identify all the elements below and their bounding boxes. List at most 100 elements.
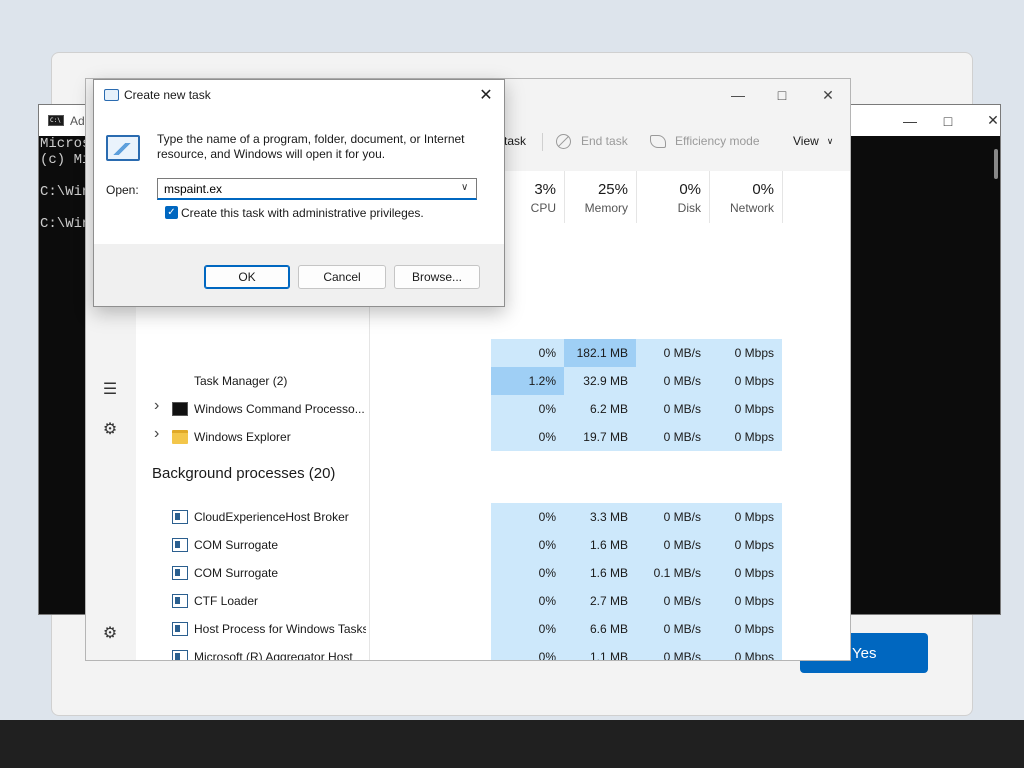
cmd-line [40,200,90,216]
mem-cell: 2.7 MB [564,587,636,615]
column-label: Network [729,201,774,215]
minimize-icon[interactable]: — [715,79,761,111]
dialog-body: Type the name of a program, folder, docu… [94,110,504,244]
process-row[interactable]: Task Manager (2) 1.2% 32.9 MB 0 MB/s 0 Mbps [136,367,850,395]
svc-process-icon [172,594,188,608]
disk-cell: 0 MB/s [636,587,709,615]
net-cell: 0 Mbps [709,423,782,451]
cancel-button[interactable]: Cancel [298,265,386,289]
efficiency-mode-label: Efficiency mode [675,134,760,148]
folder-process-icon [172,430,188,444]
cmd-line: C:\Win [40,216,91,232]
background-processes-group: Background processes (20) [152,465,336,482]
process-row[interactable]: › Windows Explorer 0% 19.7 MB 0 MB/s 0 Mbps [136,423,850,451]
maximize-icon[interactable]: □ [925,105,971,136]
process-name: COM Surrogate [194,538,279,552]
column-divider [782,171,783,223]
mem-cell: 32.9 MB [564,367,636,395]
cmd-line [40,168,90,184]
run-new-task-button[interactable]: task [504,129,526,153]
process-row[interactable]: 0% 182.1 MB 0 MB/s 0 Mbps [136,339,850,367]
close-icon[interactable]: ✕ [970,105,1016,136]
admin-privileges-checkbox[interactable]: ✓ [165,206,178,219]
toolbar-separator [542,133,543,151]
cpu-cell: 0% [491,587,564,615]
column-header-disk[interactable]: 0% Disk [636,171,709,223]
cpu-cell: 1.2% [491,367,564,395]
mem-cell: 1.6 MB [564,531,636,559]
cpu-cell: 0% [491,503,564,531]
net-cell: 0 Mbps [709,367,782,395]
cpu-cell: 0% [491,395,564,423]
view-label: View [793,134,819,148]
process-name: Microsoft (R) Aggregator Host [194,650,353,661]
cmd-scrollbar[interactable] [994,149,998,179]
mem-cell: 6.2 MB [564,395,636,423]
taskbar [0,720,1024,768]
end-task-button[interactable]: End task [556,129,628,153]
process-row[interactable]: › Windows Command Processo... 0% 6.2 MB 0 MB… [136,395,850,423]
column-usage-percent: 25% [597,181,628,198]
disk-cell: 0 MB/s [636,643,709,660]
net-cell: 0 Mbps [709,503,782,531]
net-cell: 0 Mbps [709,643,782,660]
mem-cell: 19.7 MB [564,423,636,451]
disk-cell: 0 MB/s [636,367,709,395]
cmd-output: Micros (c) Mi C:\Win C:\Win [40,136,90,232]
net-cell: 0 Mbps [709,531,782,559]
process-row[interactable]: Microsoft (R) Aggregator Host 0% 1.1 MB 0 M… [136,643,850,661]
svc-process-icon [172,566,188,580]
column-label: Memory [584,201,628,215]
mem-cell: 1.1 MB [564,643,636,660]
column-header-network[interactable]: 0% Network [709,171,782,223]
chevron-right-icon[interactable]: › [154,425,159,443]
net-cell: 0 Mbps [709,587,782,615]
uac-yes-label: Yes [852,644,877,662]
disk-cell: 0.1 MB/s [636,559,709,587]
svc-process-icon [172,510,188,524]
svc-process-icon [172,650,188,660]
process-row[interactable]: COM Surrogate 0% 1.6 MB 0.1 MB/s 0 Mbps [136,559,850,587]
browse-button[interactable]: Browse... [394,265,480,289]
maximize-icon[interactable]: □ [759,79,805,111]
ok-button[interactable]: OK [204,265,290,289]
process-row[interactable]: CloudExperienceHost Broker 0% 3.3 MB 0 MB/s… [136,503,850,531]
column-header-memory[interactable]: 25% Memory [564,171,636,223]
dialog-titlebar[interactable]: Create new task ✕ [94,80,504,110]
process-row[interactable]: CTF Loader 0% 2.7 MB 0 MB/s 0 Mbps [136,587,850,615]
disk-cell: 0 MB/s [636,423,709,451]
mem-cell: 1.6 MB [564,559,636,587]
cmd-line: (c) Mi [40,152,91,168]
process-name: CloudExperienceHost Broker [194,510,349,524]
dialog-description: Type the name of a program, folder, docu… [157,132,465,161]
disk-cell: 0 MB/s [636,503,709,531]
create-new-task-dialog[interactable]: Create new task ✕ Type the name of a pro… [93,79,505,307]
column-usage-percent: 0% [752,181,774,198]
cpu-cell: 0% [491,643,564,660]
admin-privileges-label[interactable]: Create this task with administrative pri… [181,206,424,220]
cmd-process-icon [172,402,188,416]
chevron-right-icon[interactable]: › [154,397,159,415]
details-icon[interactable]: ☰ [100,379,120,399]
cpu-cell: 0% [491,339,564,367]
view-button[interactable]: View ∨ [793,129,833,153]
efficiency-mode-button[interactable]: Efficiency mode [650,129,760,153]
close-icon[interactable]: ✕ [474,83,498,107]
chevron-down-icon[interactable]: ∨ [461,182,468,193]
settings-icon[interactable]: ⚙ [100,623,120,643]
open-input[interactable] [157,178,477,200]
process-name: Task Manager (2) [194,374,288,388]
mem-cell: 182.1 MB [564,339,636,367]
process-row[interactable]: Host Process for Windows Tasks 0% 6.6 MB 0 … [136,615,850,643]
cmd-window-icon: C:\ [48,115,64,126]
chevron-down-icon: ∨ [826,135,834,146]
process-row[interactable]: COM Surrogate 0% 1.6 MB 0 MB/s 0 Mbps [136,531,850,559]
run-program-icon [106,135,140,161]
close-icon[interactable]: ✕ [805,79,850,111]
end-task-icon [556,133,571,149]
process-name: Windows Command Processo... [194,402,365,416]
net-cell: 0 Mbps [709,339,782,367]
cpu-cell: 0% [491,423,564,451]
svc-process-icon [172,538,188,552]
services-icon[interactable]: ⚙ [100,419,120,439]
